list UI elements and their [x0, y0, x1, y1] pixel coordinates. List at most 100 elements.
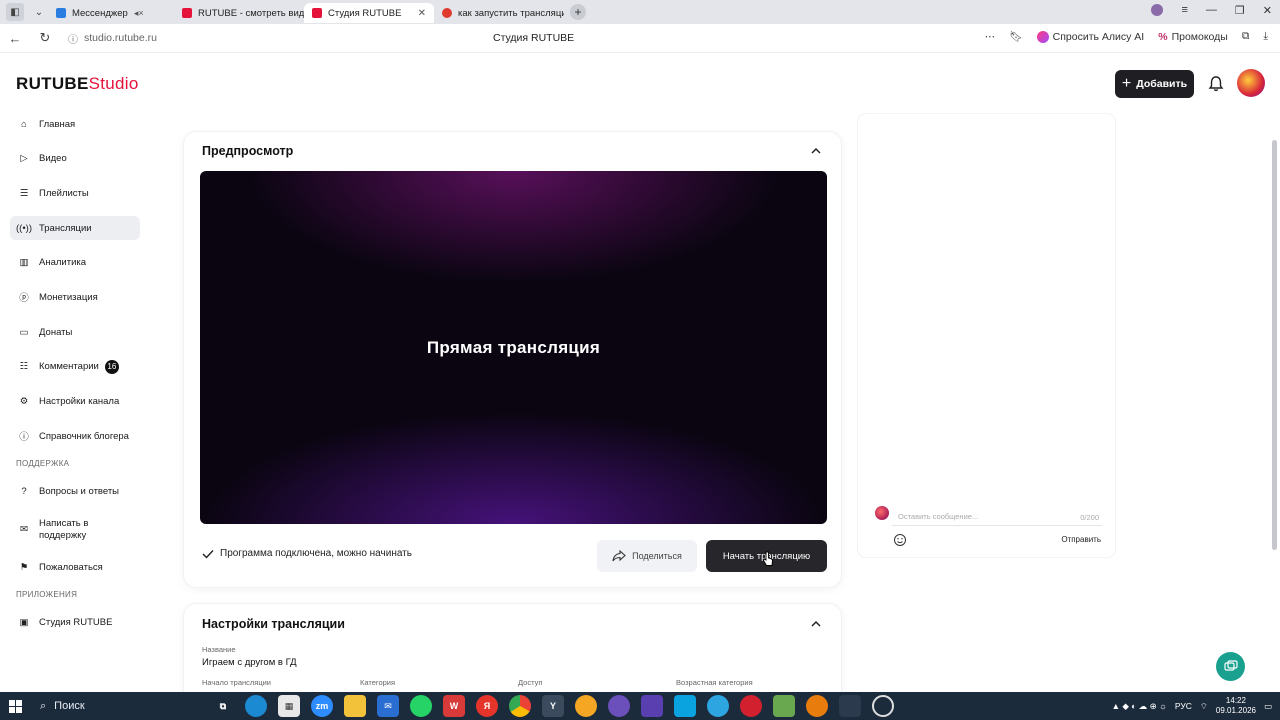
sidebar-item-analytics[interactable]: ▥ Аналитика: [10, 251, 140, 275]
sidebar-item-label: Справочник блогера: [39, 430, 129, 442]
support-section-title: ПОДДЕРЖКА: [16, 458, 70, 468]
sidebar-item-report[interactable]: ⚑ Пожаловаться: [10, 555, 140, 579]
sidebar-item-playlists[interactable]: ☰ Плейлисты: [10, 181, 140, 205]
tabs-dropdown-icon[interactable]: ⌄: [30, 3, 48, 21]
tab-rutube[interactable]: RUTUBE - смотреть виде: [174, 3, 304, 23]
edge-icon[interactable]: [245, 695, 267, 717]
chevron-up-icon[interactable]: [811, 619, 821, 629]
whatsapp-icon[interactable]: [410, 695, 432, 717]
avatar[interactable]: [1237, 69, 1265, 97]
chrome-icon[interactable]: [509, 695, 531, 717]
flag-icon: ⚑: [19, 561, 29, 573]
reload-icon[interactable]: ↻: [30, 30, 60, 46]
sidebar-item-faq[interactable]: ? Вопросы и ответы: [10, 480, 140, 504]
sidebar-item-monetization[interactable]: ⓟ Монетизация: [10, 285, 140, 309]
chat-message-input[interactable]: Оставить сообщение...: [892, 508, 1102, 526]
mail-app-icon[interactable]: ✉: [377, 695, 399, 717]
browser-tab-bar: ◧ ⌄ Мессенджер ◂× RUTUBE - смотреть виде…: [0, 0, 1280, 24]
yandex-icon[interactable]: Я: [476, 695, 498, 717]
site-info-icon[interactable]: ⓘ: [68, 31, 78, 46]
sidebar-item-video[interactable]: ▷ Видео: [10, 147, 140, 171]
zoom-icon[interactable]: zm: [311, 695, 333, 717]
sidebar-item-blogger-guide[interactable]: ⓘ Справочник блогера: [10, 424, 140, 448]
send-button[interactable]: Отправить: [1061, 535, 1101, 544]
close-tab-icon[interactable]: ✕: [418, 8, 426, 19]
taskbar-search[interactable]: ⌕ Поиск: [30, 700, 160, 713]
chat-bubble-icon: [1223, 659, 1238, 671]
app-circle-icon[interactable]: [872, 695, 894, 717]
alice-icon: [1036, 30, 1049, 43]
sidebar-item-broadcasts[interactable]: ((•)) Трансляции: [10, 216, 140, 241]
sidebar-item-label: Вопросы и ответы: [39, 486, 120, 498]
app-game-icon[interactable]: [773, 695, 795, 717]
sidebar-item-contact-support[interactable]: ✉ Написать в поддержку: [10, 515, 140, 545]
blender-icon[interactable]: [806, 695, 828, 717]
tab-studio[interactable]: Студия RUTUBE ✕: [304, 3, 434, 23]
sidebar-item-label: Видео: [39, 153, 67, 165]
profile-icon[interactable]: [1151, 4, 1164, 16]
bell-icon[interactable]: [1207, 75, 1225, 93]
windows-start-icon[interactable]: [0, 699, 30, 713]
name-field-value[interactable]: Играем с другом в ГД: [202, 657, 297, 668]
tab-mute-icon[interactable]: ◂×: [134, 8, 144, 19]
telegram-icon[interactable]: [707, 695, 729, 717]
sidebar-item-studio-app[interactable]: ▣ Студия RUTUBE: [10, 611, 140, 635]
new-tab-button[interactable]: +: [570, 4, 586, 20]
close-window-icon[interactable]: ✕: [1263, 4, 1272, 17]
download-icon[interactable]: ⤓: [1263, 30, 1268, 43]
browser-menu-icon[interactable]: ◧: [6, 3, 24, 21]
url-text: studio.rutube.ru: [84, 32, 157, 44]
app-video-icon[interactable]: [674, 695, 696, 717]
add-button[interactable]: + Добавить: [1115, 70, 1194, 98]
status-text: Программа подключена, можно начинать: [220, 548, 412, 559]
back-icon[interactable]: ←: [0, 31, 30, 46]
sidebar-item-donations[interactable]: ▭ Донаты: [10, 320, 140, 344]
tab-messenger[interactable]: Мессенджер ◂×: [48, 3, 174, 23]
notifications-icon[interactable]: ▭: [1264, 701, 1272, 712]
sidebar-item-label: Трансляции: [39, 222, 92, 234]
yandex-browser-icon[interactable]: Y: [542, 695, 564, 717]
folder-icon[interactable]: [344, 695, 366, 717]
chevron-up-icon[interactable]: [811, 146, 821, 156]
promo-button[interactable]: % Промокоды: [1158, 31, 1228, 43]
sidebar-item-label: Комментарии: [39, 361, 99, 373]
support-chat-button[interactable]: [1216, 652, 1245, 681]
store-icon[interactable]: ▦: [278, 695, 300, 717]
more-icon[interactable]: ⋯: [985, 31, 996, 43]
url-field[interactable]: ⓘ studio.rutube.ru: [68, 31, 157, 46]
add-label: Добавить: [1136, 78, 1188, 90]
clock[interactable]: 14:22 09.01.2026: [1216, 696, 1256, 716]
sidebar-item-channel-settings[interactable]: ⚙ Настройки канала: [10, 390, 140, 414]
connection-status: Программа подключена, можно начинать: [202, 548, 412, 559]
tab-search[interactable]: как запустить трансляцию: [434, 3, 564, 23]
network-icon[interactable]: ⌔: [1200, 701, 1208, 712]
sidebar-item-label: Студия RUTUBE: [39, 617, 113, 629]
emoji-icon[interactable]: [893, 533, 907, 547]
minimize-icon[interactable]: —: [1206, 4, 1217, 17]
app-orange-icon[interactable]: [575, 695, 597, 717]
clock-date: 09.01.2026: [1215, 706, 1256, 715]
share-button[interactable]: Поделиться: [597, 540, 697, 572]
video-icon: ▷: [20, 153, 28, 165]
age-category-label: Возрастная категория: [676, 678, 753, 687]
maximize-icon[interactable]: ❐: [1235, 4, 1245, 17]
opera-icon[interactable]: [740, 695, 762, 717]
video-player[interactable]: Прямая трансляция: [200, 171, 827, 524]
app-purple-icon[interactable]: [608, 695, 630, 717]
chat-char-counter: 0/200: [1080, 513, 1099, 522]
sidebar-item-home[interactable]: ⌂ Главная: [10, 112, 140, 136]
language-indicator[interactable]: РУС: [1175, 701, 1192, 711]
ask-alice-button[interactable]: Спросить Алису AI: [1036, 30, 1144, 43]
collections-icon[interactable]: ⧉: [1242, 30, 1250, 43]
menu-icon[interactable]: ≡: [1181, 4, 1187, 17]
bookmark-icon[interactable]: 🔖︎: [1009, 30, 1022, 43]
task-view-icon[interactable]: ⧉: [212, 695, 234, 717]
app-dark-icon[interactable]: [839, 695, 861, 717]
window-controls: ≡ — ❐ ✕: [1151, 4, 1272, 17]
sidebar-item-comments[interactable]: ☷ Комментарии 16: [10, 355, 140, 379]
rutube-studio-logo[interactable]: RUTUBEStudio: [16, 74, 139, 94]
tray-icons[interactable]: ▲ ◆ ◐ ☁ ⊕ ☼: [1112, 701, 1167, 712]
wps-icon[interactable]: W: [443, 695, 465, 717]
page-scrollbar[interactable]: [1272, 140, 1277, 550]
app-code-icon[interactable]: [641, 695, 663, 717]
